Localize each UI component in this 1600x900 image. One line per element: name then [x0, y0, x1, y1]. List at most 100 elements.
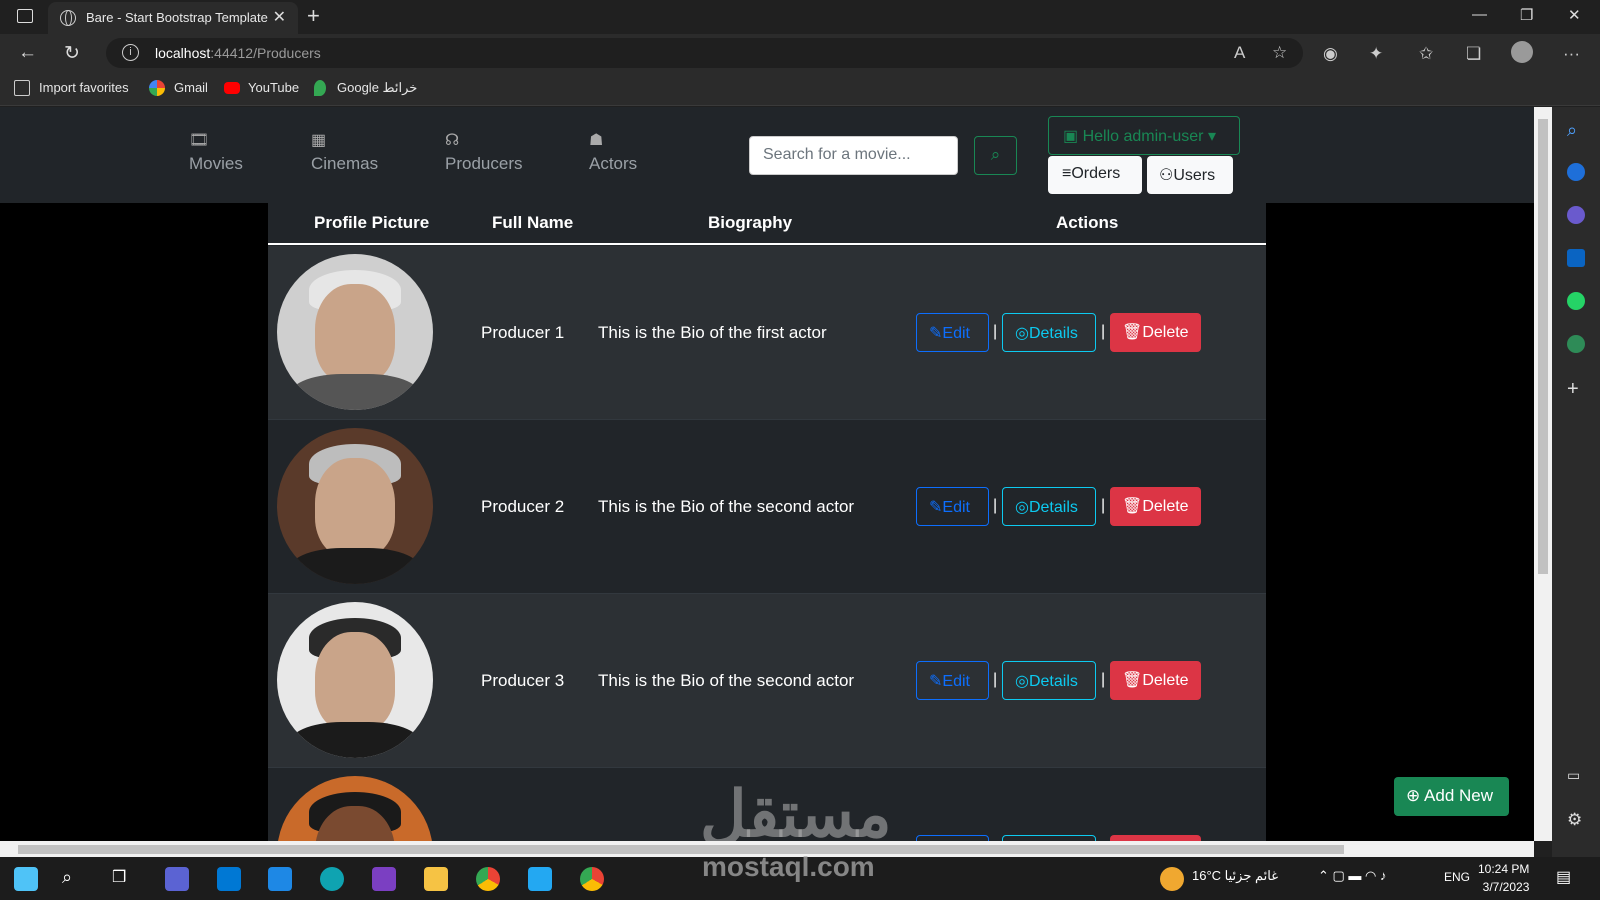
edit-button[interactable]: ✎Edit [916, 487, 989, 526]
search-input[interactable]: Search for a movie... [749, 136, 958, 175]
address-bar[interactable]: i localhost:44412/Producers A ☆ [106, 38, 1303, 68]
edit-button[interactable]: ✎Edit [916, 661, 989, 700]
table-row: Producer 3 This is the Bio of the second… [268, 594, 1266, 768]
m-app-icon[interactable] [1567, 335, 1585, 353]
add-new-button[interactable]: ⊕ Add New [1394, 777, 1509, 816]
whatsapp-icon[interactable] [1567, 292, 1585, 310]
producers-table: Profile Picture Full Name Biography Acti… [268, 203, 1266, 841]
copilot-icon[interactable] [1567, 206, 1585, 224]
eye-icon: ◎ [1015, 499, 1029, 516]
fav-import[interactable]: Import favorites [39, 80, 129, 95]
puzzle-icon[interactable]: ✦ [1369, 44, 1383, 64]
info-icon[interactable]: i [122, 44, 139, 61]
restore-icon[interactable]: ❐ [1520, 6, 1533, 24]
search-icon[interactable]: ⌕ [62, 867, 86, 891]
windows-start-icon[interactable] [14, 867, 38, 891]
new-tab-button[interactable]: + [307, 3, 320, 29]
close-window-icon[interactable]: ✕ [1568, 6, 1581, 24]
more-menu-icon[interactable]: ··· [1563, 44, 1580, 64]
header-biography: Biography [708, 213, 793, 232]
nav-movies[interactable]: 🎞 Movies [189, 130, 243, 174]
user-menu-button[interactable]: ▣ Hello admin-user ▾ [1048, 116, 1240, 155]
notifications-icon[interactable]: ▤ [1556, 867, 1580, 891]
read-aloud-icon[interactable]: A [1234, 43, 1245, 63]
nav-actors[interactable]: ☗ Actors [589, 130, 637, 174]
browser-tab[interactable]: Bare - Start Bootstrap Template ✕ [48, 2, 298, 34]
delete-button[interactable]: 🗑Delete [1110, 661, 1201, 700]
language-indicator[interactable]: ENG [1444, 870, 1470, 884]
refresh-icon[interactable]: ↻ [64, 42, 80, 65]
caret-down-icon: ▾ [1203, 128, 1216, 145]
pencil-icon: ✎ [929, 673, 943, 690]
back-icon[interactable]: ← [18, 42, 37, 64]
header-full-name: Full Name [492, 213, 574, 232]
profile-avatar[interactable] [1511, 41, 1533, 63]
gear-icon[interactable]: ⚙ [1567, 810, 1585, 829]
details-button[interactable]: ◎Details [1002, 313, 1096, 352]
pencil-icon: ✎ [929, 499, 943, 516]
profile-picture [277, 776, 433, 841]
mail-icon[interactable] [268, 867, 292, 891]
favorites-bar: Import favorites Gmail YouTube Google خر… [0, 72, 1600, 106]
copilot-icon[interactable] [165, 867, 189, 891]
fav-maps[interactable]: Google خرائط [337, 80, 417, 96]
weather-text[interactable]: 16°C غائم جزئيا [1192, 868, 1278, 884]
producer-name: Producer 3 [481, 671, 565, 690]
eye-icon: ◎ [1015, 673, 1029, 690]
youtube-icon [224, 82, 240, 94]
headset-icon: ☊ [445, 132, 460, 149]
details-button[interactable]: ◎Details [1002, 661, 1096, 700]
outlook-icon[interactable] [1567, 249, 1585, 267]
delete-button[interactable]: 🗑Delete [1110, 313, 1201, 352]
collections-icon[interactable]: ❏ [1466, 44, 1481, 64]
scroll-thumb[interactable] [1538, 119, 1548, 574]
browser-tabstrip: Bare - Start Bootstrap Template ✕ + — ❐ … [0, 0, 1600, 34]
producer-bio: This is the Bio of the first actor [598, 323, 827, 342]
visual-studio-icon[interactable] [372, 867, 396, 891]
extension-icon[interactable]: ◉ [1323, 44, 1338, 64]
close-tab-icon[interactable]: ✕ [273, 7, 286, 27]
cinema-icon: ▦ [311, 132, 327, 149]
add-icon[interactable]: + [1567, 378, 1585, 400]
store-icon[interactable] [217, 867, 241, 891]
bing-icon[interactable] [1567, 163, 1585, 181]
tray-icons[interactable]: ⌃ ▢ ▬ ◠ ♪ [1318, 868, 1386, 884]
tab-actions-icon[interactable] [17, 9, 33, 23]
favorite-star-icon[interactable]: ☆ [1272, 43, 1287, 63]
edge-icon[interactable] [320, 867, 344, 891]
chrome-profile-icon[interactable] [580, 867, 604, 891]
edit-button[interactable]: ✎Edit [916, 313, 989, 352]
vscode-icon[interactable] [528, 867, 552, 891]
eye-icon: ◎ [1015, 325, 1029, 342]
favorites-icon[interactable]: ✩ [1419, 44, 1433, 64]
pencil-icon: ✎ [929, 325, 943, 342]
globe-icon [60, 10, 76, 26]
search-button[interactable]: ⌕ [974, 136, 1017, 175]
vertical-scrollbar[interactable] [1534, 107, 1552, 841]
system-clock[interactable]: 10:24 PM 3/7/2023 [1478, 860, 1529, 896]
producer-name: Producer 1 [481, 323, 565, 342]
file-explorer-icon[interactable] [424, 867, 448, 891]
profile-picture [277, 254, 433, 410]
watermark-logo: مستقل [700, 778, 892, 841]
person-icon: ▣ [1063, 128, 1083, 145]
orders-button[interactable]: ≡Orders [1048, 156, 1142, 194]
layout-icon[interactable]: ▭ [1567, 767, 1585, 785]
table-row: Producer 2 This is the Bio of the second… [268, 420, 1266, 594]
search-icon: ⌕ [990, 145, 1001, 164]
chrome-icon[interactable] [476, 867, 500, 891]
fav-gmail[interactable]: Gmail [174, 80, 208, 95]
minimize-icon[interactable]: — [1472, 6, 1487, 23]
google-icon [149, 80, 165, 96]
details-button[interactable]: ◎Details [1002, 487, 1096, 526]
delete-button[interactable]: 🗑Delete [1110, 487, 1201, 526]
users-button[interactable]: ⚇Users [1147, 156, 1233, 194]
nav-producers[interactable]: ☊ Producers [445, 130, 522, 174]
nav-cinemas[interactable]: ▦ Cinemas [311, 130, 378, 174]
profile-picture [277, 428, 433, 584]
scroll-thumb[interactable] [18, 845, 1344, 854]
task-view-icon[interactable]: ❒ [112, 867, 136, 891]
search-icon[interactable]: ⌕ [1567, 120, 1585, 140]
tab-title: Bare - Start Bootstrap Template [86, 10, 268, 25]
fav-youtube[interactable]: YouTube [248, 80, 299, 95]
